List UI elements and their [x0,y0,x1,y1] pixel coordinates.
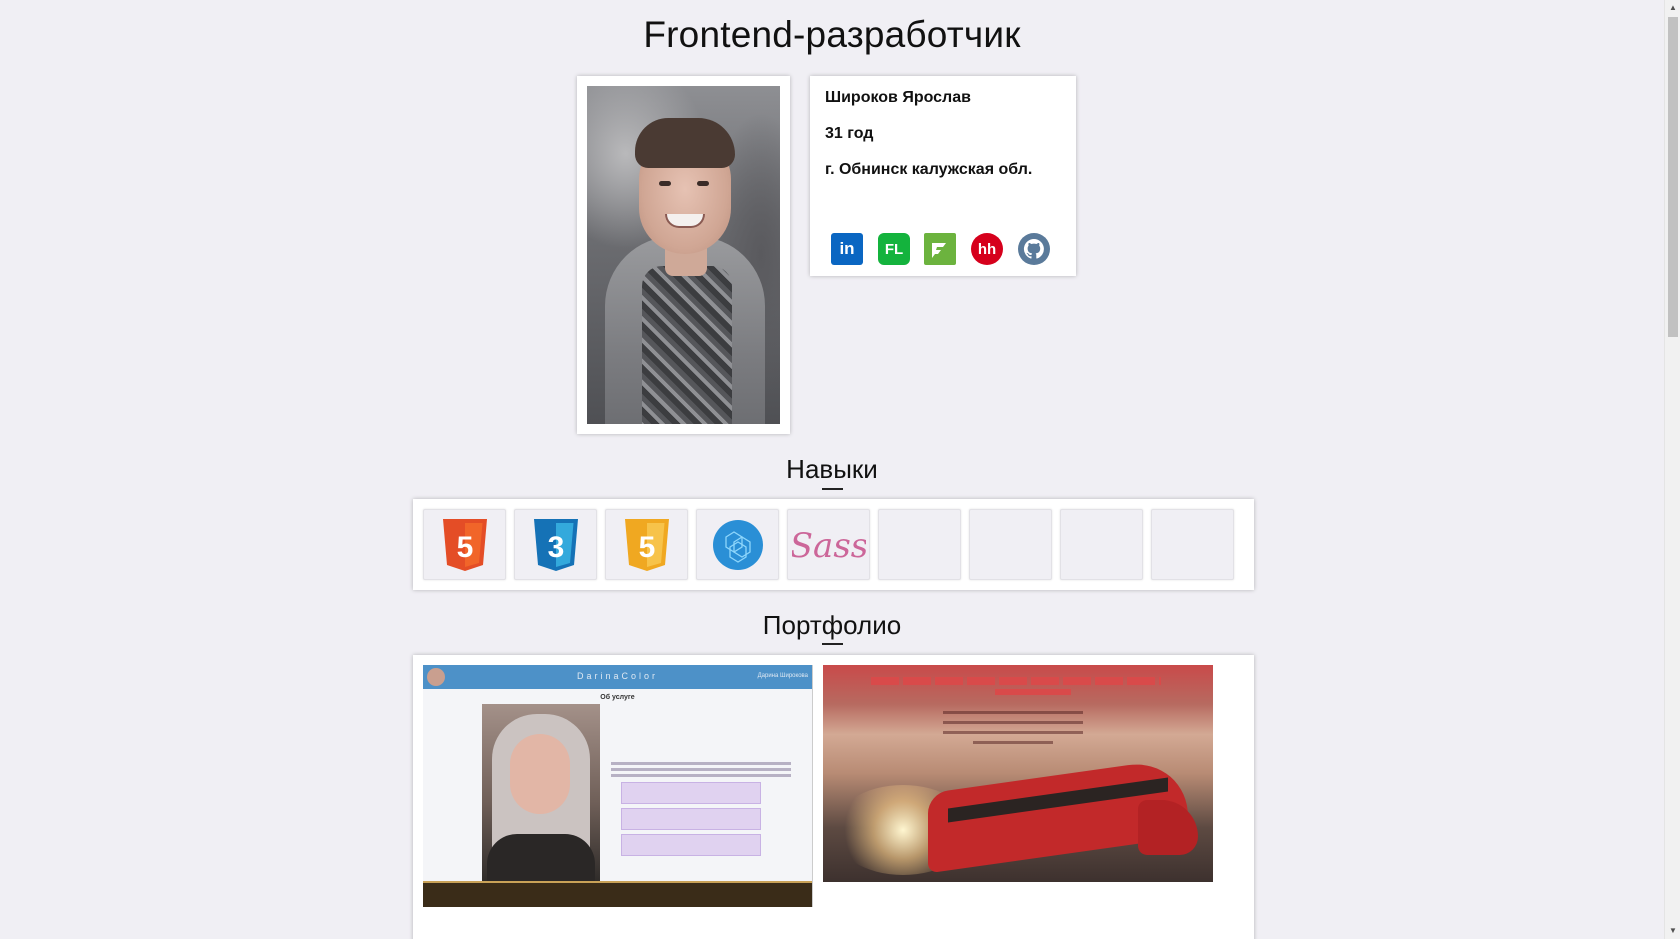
scrollbar[interactable]: ▲ ▼ [1664,0,1680,939]
svg-text:5: 5 [456,531,473,564]
javascript-icon: 5 [624,518,669,571]
skill-webpack[interactable] [696,509,779,580]
profile-photo-card [577,76,790,434]
profile-info-card: Широков Ярослав 31 год г. Обнинск калужс… [810,76,1076,276]
page: Frontend-разработчик Широков Ярослав 31 … [0,0,1664,939]
profile-name: Широков Ярослав [825,89,971,106]
svg-text:5: 5 [638,531,655,564]
github-icon[interactable] [1018,233,1050,265]
portfolio-item-railway[interactable] [823,665,1213,882]
skill-slot-7[interactable] [969,509,1052,580]
skills-underline [822,488,843,490]
skill-css3[interactable]: 3 [514,509,597,580]
skill-slot-6[interactable] [878,509,961,580]
skill-sass[interactable]: Sass [787,509,870,580]
scroll-thumb[interactable] [1668,17,1678,337]
skill-slot-8[interactable] [1060,509,1143,580]
svg-text:Sass: Sass [792,526,866,566]
portfolio-photo [482,704,600,884]
svg-text:3: 3 [547,531,564,564]
profile-city: г. Обнинск калужская обл. [825,161,1033,178]
skills-card: 5 3 5 Sass [413,499,1254,590]
skill-html5[interactable]: 5 [423,509,506,580]
hh-icon[interactable]: hh [971,233,1003,265]
linkedin-icon[interactable]: in [831,233,863,265]
fl-icon[interactable]: FL [878,233,910,265]
portfolio-card: DarinaColor Дарина Широкова Об услуге [413,655,1254,939]
page-title: Frontend-разработчик [643,14,1021,55]
scroll-up-icon[interactable]: ▲ [1665,0,1680,16]
profile-photo [587,86,780,424]
html5-icon: 5 [442,518,487,571]
portfolio-underline [822,643,843,645]
webpack-icon [712,519,763,570]
skill-javascript[interactable]: 5 [605,509,688,580]
sass-icon: Sass [792,526,866,566]
scroll-down-icon[interactable]: ▼ [1665,923,1680,939]
skill-slot-9[interactable] [1151,509,1234,580]
skills-title: Навыки [786,454,878,484]
portfolio-item-darinacolor[interactable]: DarinaColor Дарина Широкова Об услуге [423,665,813,907]
portfolio-title: Портфолио [762,610,902,640]
css3-icon: 3 [533,518,578,571]
freelance-icon[interactable] [924,233,956,265]
profile-age: 31 год [825,125,874,142]
